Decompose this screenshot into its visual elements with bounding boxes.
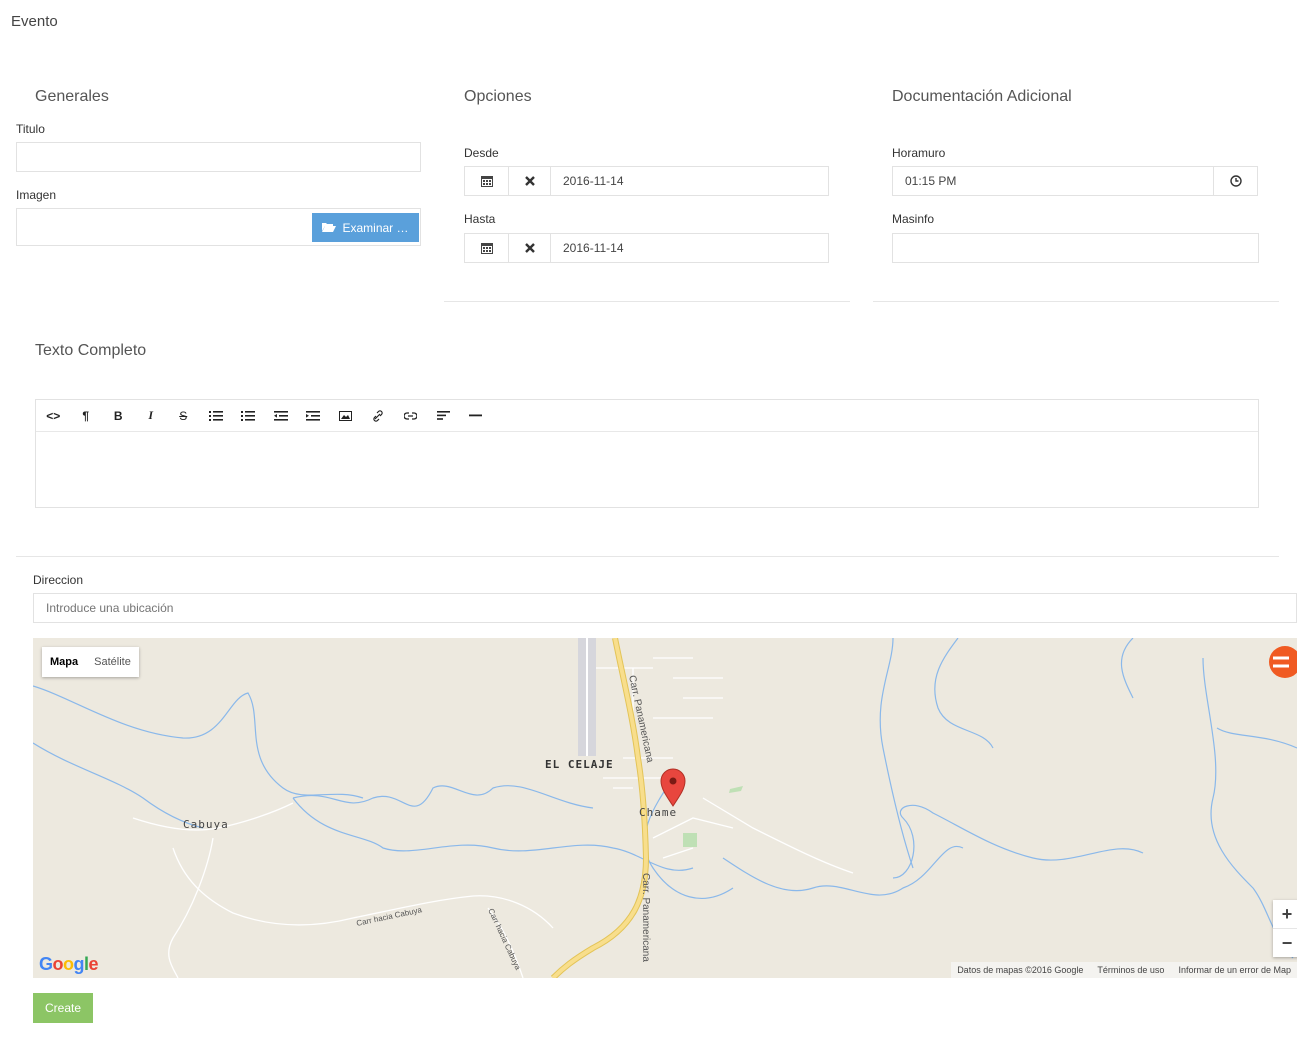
map-marker-icon[interactable]	[660, 768, 686, 807]
zoom-in-button[interactable]: +	[1273, 900, 1297, 929]
divider	[444, 301, 850, 302]
zoom-out-button[interactable]: −	[1273, 929, 1297, 957]
calendar-icon	[480, 176, 493, 187]
titulo-input[interactable]	[16, 142, 421, 172]
page-title: Evento	[11, 13, 58, 30]
masinfo-label: Masinfo	[892, 212, 935, 226]
map-canvas: Carr. Panamericana Carr. Panamericana Ca…	[33, 638, 1297, 978]
strikethrough-icon[interactable]: S	[167, 401, 200, 431]
unordered-list-icon[interactable]	[200, 401, 233, 431]
horamuro-label: Horamuro	[892, 146, 946, 160]
calendar-icon	[480, 243, 493, 254]
map-type-map[interactable]: Mapa	[42, 647, 86, 677]
editor-content-area[interactable]	[36, 432, 1258, 506]
map[interactable]: Carr. Panamericana Carr. Panamericana Ca…	[33, 638, 1297, 978]
imagen-label: Imagen	[16, 188, 57, 202]
indent-icon[interactable]	[297, 401, 330, 431]
rich-text-editor: <> ¶ B I S	[35, 399, 1259, 508]
divider	[873, 301, 1279, 302]
italic-icon[interactable]: I	[135, 401, 168, 431]
masinfo-input[interactable]	[892, 233, 1259, 263]
map-place-label: Cabuya	[183, 818, 229, 831]
clock-icon	[1229, 175, 1242, 187]
map-road-label: Carr hacia Cabuya	[356, 905, 424, 928]
close-icon	[524, 176, 535, 186]
desde-label: Desde	[464, 146, 499, 160]
folder-open-icon	[322, 221, 337, 235]
link-icon[interactable]	[362, 401, 395, 431]
examinar-label: Examinar …	[342, 220, 409, 235]
map-attribution: Datos de mapas ©2016 Google Términos de …	[951, 962, 1297, 978]
create-button[interactable]: Create	[33, 993, 93, 1023]
align-left-icon[interactable]	[427, 401, 460, 431]
map-data-credit: Datos de mapas ©2016 Google	[957, 965, 1084, 975]
outdent-icon[interactable]	[265, 401, 298, 431]
calendar-button[interactable]	[464, 166, 509, 196]
hasta-date-picker: 2016-11-14	[464, 233, 829, 263]
clear-date-button[interactable]	[508, 166, 551, 196]
google-logo: Google	[39, 954, 99, 974]
map-road-label: Carr. Panamericana	[640, 873, 651, 962]
map-place-label: Chame	[639, 806, 677, 819]
clear-date-button[interactable]	[508, 233, 551, 263]
brand-badge-icon	[1269, 646, 1297, 678]
hasta-label: Hasta	[464, 212, 496, 226]
map-type-control: Mapa Satélite	[42, 647, 139, 677]
code-view-icon[interactable]: <>	[37, 401, 70, 431]
generales-heading: Generales	[35, 88, 109, 105]
close-icon	[524, 243, 535, 253]
ordered-list-icon[interactable]	[232, 401, 265, 431]
map-place-label: EL CELAJE	[545, 758, 614, 771]
zoom-control: + −	[1273, 900, 1297, 957]
unlink-icon[interactable]	[395, 401, 428, 431]
horizontal-rule-icon[interactable]	[460, 401, 493, 431]
calendar-button[interactable]	[464, 233, 509, 263]
bold-icon[interactable]: B	[102, 401, 135, 431]
examinar-button[interactable]: Examinar …	[312, 213, 419, 242]
divider	[16, 556, 1279, 557]
direccion-label: Direccion	[33, 573, 84, 587]
titulo-label: Titulo	[16, 122, 45, 136]
desde-date-picker: 2016-11-14	[464, 166, 829, 196]
hasta-date-input[interactable]: 2016-11-14	[550, 233, 829, 263]
editor-toolbar: <> ¶ B I S	[36, 400, 1258, 432]
report-error-link[interactable]: Informar de un error de Map	[1178, 962, 1291, 978]
horamuro-time-picker: 01:15 PM	[892, 166, 1258, 196]
map-type-satellite[interactable]: Satélite	[86, 647, 139, 677]
opciones-heading: Opciones	[464, 88, 532, 105]
imagen-file-input[interactable]: Examinar …	[16, 208, 421, 246]
documentacion-heading: Documentación Adicional	[892, 88, 1072, 105]
horamuro-input[interactable]: 01:15 PM	[892, 166, 1214, 196]
clock-button[interactable]	[1213, 166, 1258, 196]
map-road-label: Carr hacia Cabuya	[486, 907, 523, 972]
image-icon[interactable]	[330, 401, 363, 431]
texto-completo-heading: Texto Completo	[35, 342, 147, 359]
paragraph-icon[interactable]: ¶	[70, 401, 103, 431]
desde-date-input[interactable]: 2016-11-14	[550, 166, 829, 196]
direccion-input[interactable]	[33, 593, 1297, 623]
terms-link[interactable]: Términos de uso	[1097, 962, 1164, 978]
